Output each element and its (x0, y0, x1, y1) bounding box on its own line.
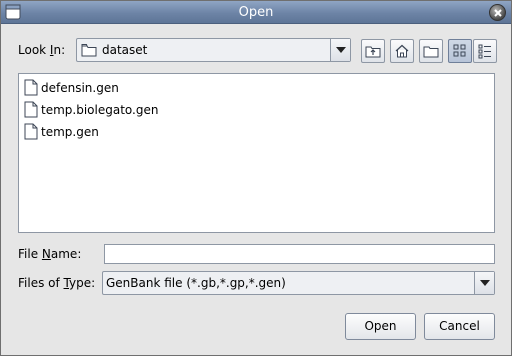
file-icon (24, 79, 38, 96)
home-icon (395, 44, 409, 58)
cancel-button[interactable]: Cancel (424, 313, 495, 340)
close-icon (494, 9, 502, 17)
files-of-type-dropdown-button[interactable] (474, 272, 494, 294)
new-folder-icon (423, 46, 439, 58)
look-in-combo[interactable]: dataset (76, 38, 351, 62)
chevron-down-icon (336, 47, 346, 53)
file-name: defensin.gen (41, 81, 119, 95)
folder-up-icon (365, 46, 381, 58)
file-list[interactable]: defensin.gen temp.biolegato.gen temp.gen (18, 73, 495, 233)
list-view-icon (453, 44, 466, 57)
close-button[interactable] (489, 4, 506, 21)
open-button[interactable]: Open (345, 313, 416, 340)
create-new-folder-button[interactable] (419, 39, 443, 63)
file-name-input[interactable] (104, 244, 495, 264)
open-dialog: Open Look In: dataset defensin.gen temp.… (0, 0, 512, 356)
up-one-level-button[interactable] (361, 39, 385, 63)
home-button[interactable] (390, 39, 414, 63)
files-of-type-combo[interactable]: GenBank file (*.gb,*.gp,*.gen) (102, 271, 495, 295)
chevron-down-icon (480, 280, 490, 286)
file-icon (24, 101, 38, 118)
look-in-label: Look In: (18, 43, 66, 57)
file-name: temp.gen (41, 125, 99, 139)
files-of-type-value: GenBank file (*.gb,*.gp,*.gen) (106, 276, 286, 290)
details-view-button[interactable] (473, 39, 497, 63)
title-bar[interactable]: Open (1, 1, 511, 24)
file-icon (24, 123, 38, 140)
list-view-button[interactable] (448, 39, 472, 63)
file-name-label: File Name: (18, 247, 82, 261)
details-view-icon (478, 44, 491, 59)
look-in-value: dataset (102, 43, 148, 57)
folder-icon (81, 44, 97, 57)
window-title: Open (238, 5, 274, 20)
files-of-type-label: Files of Type: (18, 276, 96, 290)
file-name: temp.biolegato.gen (41, 103, 159, 117)
look-in-dropdown-button[interactable] (330, 39, 350, 61)
